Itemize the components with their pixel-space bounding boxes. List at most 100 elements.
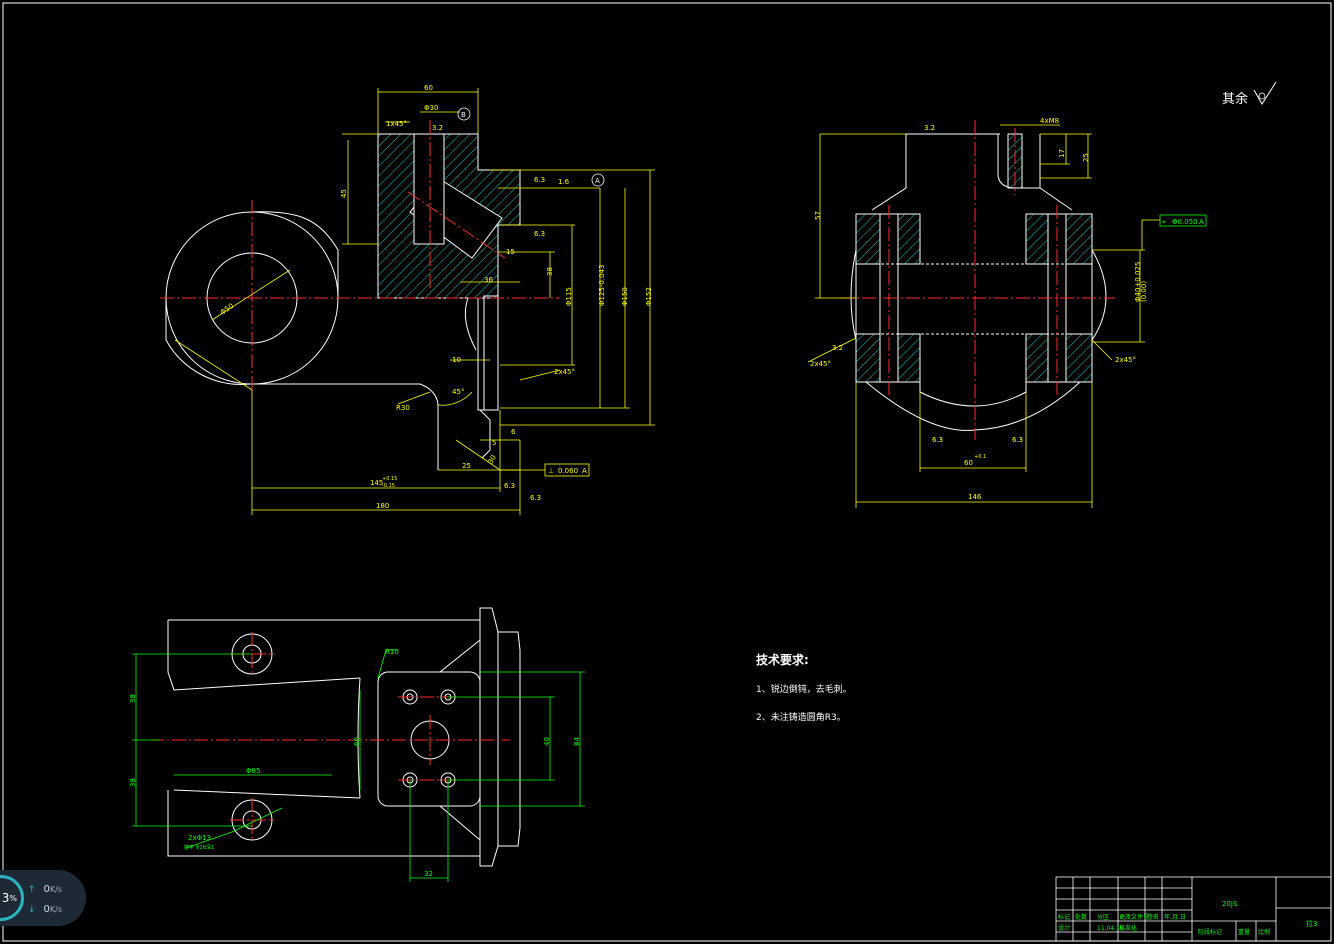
side-left-shoulder <box>871 134 907 211</box>
dim-fit: Φ125-0.043 <box>598 265 606 306</box>
plan-dim-60: 60 <box>353 737 361 746</box>
plan-dimension-texts: R10 38 38 60 40 84 Φ85 32 2xΦ13 锪平 Φ26深1 <box>129 648 581 878</box>
dim-angle-45: 45° <box>452 388 464 396</box>
plan-lower-arm <box>167 790 480 857</box>
side-dim-25: 25 <box>1082 153 1090 162</box>
plan-mount-plate <box>377 671 481 807</box>
plan-lower-arm-inner <box>173 789 361 799</box>
dim-36: 36 <box>484 276 493 284</box>
plan-flange <box>479 607 499 867</box>
plan-dim-32: 32 <box>424 870 433 878</box>
plan-centerlines <box>150 632 510 842</box>
side-chamfer-right: 2x45° <box>1115 356 1136 364</box>
tb-row-marks: 标记 <box>1058 913 1070 921</box>
drawing-border <box>2 2 1332 942</box>
plan-dim-38b: 38 <box>129 778 137 787</box>
dim-38: 38 <box>546 267 554 276</box>
arm-bottom <box>250 383 439 470</box>
tb-design: 设计 <box>1058 924 1070 932</box>
dim-6: 6 <box>511 428 516 436</box>
flange-face <box>483 295 499 411</box>
side-tol-60: +0.1 <box>974 454 986 460</box>
dim-r30: R30 <box>396 404 410 412</box>
download-rate-row: ↓ 0K/s <box>28 904 62 915</box>
tb-stage-mark: 阶段标记 <box>1198 928 1222 936</box>
flange-round <box>464 297 477 351</box>
cpu-usage-percent-sign: % <box>9 893 17 903</box>
tb-weight: 重量 <box>1238 928 1250 936</box>
cpu-usage-ring: 3% <box>0 875 24 921</box>
plan-dim-38a: 38 <box>129 694 137 703</box>
tb-scale: 比例 <box>1258 928 1270 936</box>
ra-side: 6.3 <box>534 230 545 238</box>
dim-chamfer-top: 1x45° <box>386 120 407 128</box>
side-right-shoulder <box>1039 134 1073 211</box>
dim-30: 30 <box>487 454 498 466</box>
plan-flange-lip <box>498 631 521 847</box>
flange-neck <box>477 298 499 411</box>
side-bore-fit-2: (0.00) <box>1140 281 1148 302</box>
upload-unit: K/s <box>49 885 63 894</box>
plan-holes-sub: 锪平 Φ26深1 <box>184 844 214 851</box>
tech-req-item-1: 1、锐边倒钝，去毛刺。 <box>756 683 852 695</box>
dim-height-45: 45 <box>340 189 348 198</box>
side-chamfer-left: 2x45° <box>810 360 831 368</box>
front-centerlines <box>160 120 560 400</box>
plan-view <box>167 607 521 867</box>
side-dim-57: 57 <box>814 211 822 220</box>
plan-dim-40: 40 <box>543 737 551 746</box>
plan-dim-84: 84 <box>573 737 581 746</box>
side-dimension-lines <box>807 124 1160 508</box>
upload-arrow-icon: ↑ <box>28 885 36 895</box>
pos-tol-sym: ⌖ <box>1162 218 1166 226</box>
flat-tol-sym: ⊥ <box>548 467 554 475</box>
plan-dim-95: Φ85 <box>246 767 260 775</box>
side-slot <box>919 382 1027 407</box>
front-view <box>165 133 521 470</box>
plan-dim-r10: R10 <box>385 648 399 656</box>
download-unit: K/s <box>49 905 63 914</box>
pos-tol-datum: A <box>1199 218 1204 226</box>
tb-material: 拉3 <box>1306 919 1317 928</box>
dim-10: 10 <box>452 356 461 364</box>
tol-145-upper: +0.15 <box>382 476 397 482</box>
side-ra-bot-2: 6.3 <box>1012 436 1023 444</box>
network-speed-widget[interactable]: 3% ↑ 0K/s ↓ 0K/s <box>0 870 86 926</box>
datum-b-label: B <box>461 111 466 119</box>
flat-tol-datum: A <box>582 467 587 475</box>
dim-overall-180: 180 <box>376 502 389 510</box>
ra-right-1: 6.3 <box>534 176 545 184</box>
tech-req-item-2: 2、未注铸造圆角R3。 <box>756 711 846 723</box>
ra-low-1: 6.3 <box>504 482 515 490</box>
side-ra-top: 3.2 <box>924 124 935 132</box>
dim-5: 5 <box>492 439 496 447</box>
dim-25: 25 <box>462 462 471 470</box>
side-dim-4x-m8: 4xM8 <box>1040 117 1059 125</box>
dim-top-width: 60 <box>424 84 433 92</box>
plan-holes-label: 2xΦ13 <box>188 834 211 842</box>
surface-note-text: 其余 <box>1222 91 1248 107</box>
side-dim-60: 60 <box>964 459 973 467</box>
surface-roughness-icon <box>1253 81 1277 105</box>
ra-top: 3.2 <box>432 124 443 132</box>
side-dim-17: 17 <box>1058 149 1066 158</box>
tb-row-zone: 分区 <box>1097 913 1109 921</box>
vertical-bore <box>413 133 445 245</box>
download-arrow-icon: ↓ <box>28 905 36 915</box>
title-block-texts: 20JS 标记 处数 分区 更改文件号 签名 年.月.日 设计 11.04.10… <box>1058 900 1317 936</box>
tech-req-title: 技术要求: <box>756 652 809 667</box>
dim-15: 15 <box>506 248 515 256</box>
side-left-round <box>850 249 857 341</box>
tb-row-sign: 签名 <box>1147 913 1159 921</box>
plan-upper-arm <box>167 620 361 691</box>
flat-tol-val: 0.060 <box>558 467 578 475</box>
dim-h7: Φ115 <box>565 287 573 306</box>
cpu-usage-percent: 3 <box>1 891 10 905</box>
tb-part-code: 20JS <box>1222 900 1238 908</box>
ra-low-2: 6.3 <box>530 494 541 502</box>
cad-drawing-canvas: 60 Φ30 B 1x45° 3.2 45 A 6.3 1.6 6.3 15 3… <box>2 2 1332 942</box>
datum-a-label: A <box>595 177 600 185</box>
pos-tol-val: Φ0.050 <box>1172 218 1198 226</box>
dim-chamfer-low: 2x45° <box>554 368 575 376</box>
tb-row-date: 年.月.日 <box>1164 913 1186 921</box>
